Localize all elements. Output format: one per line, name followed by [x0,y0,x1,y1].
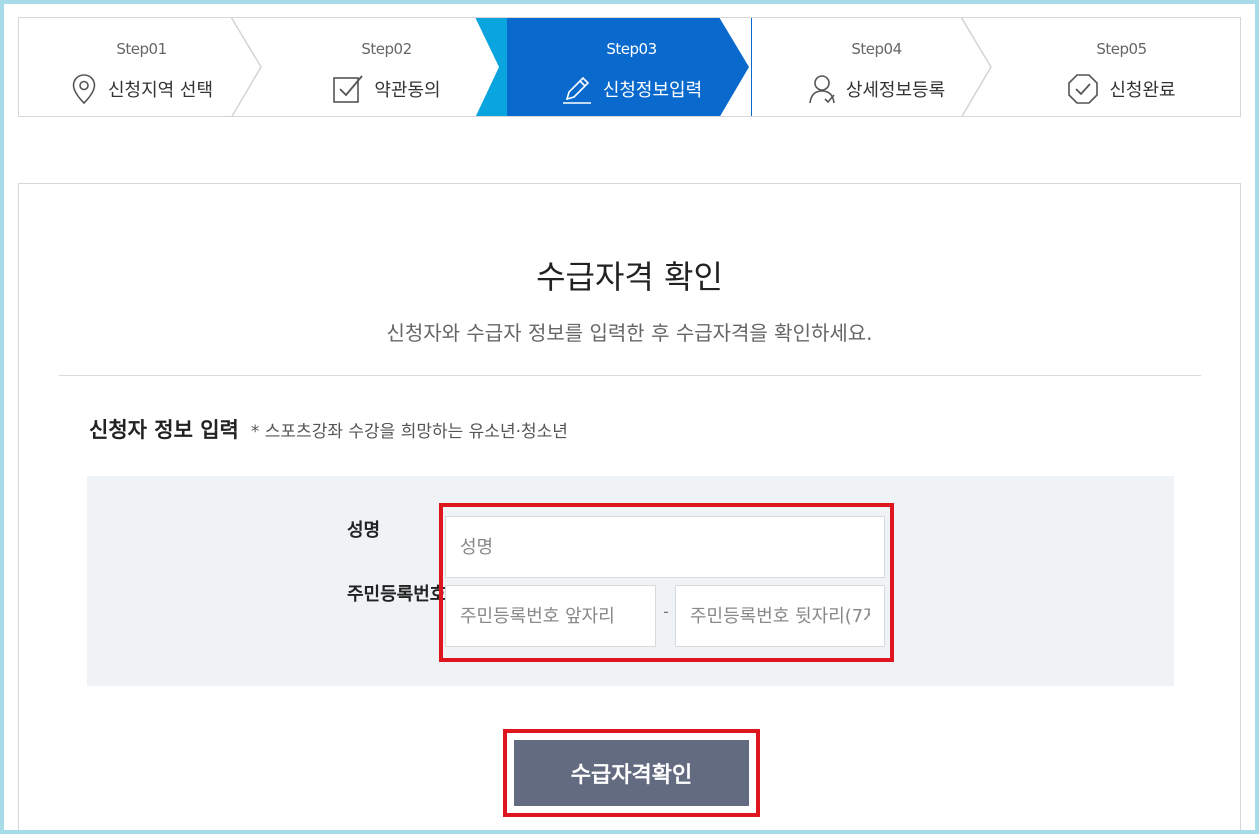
section-note: * 스포츠강좌 수강을 희망하는 유소년·청소년 [250,422,568,442]
step-2: Step02 약관동의 [264,18,509,116]
octagon-check-icon [1068,74,1099,104]
name-label: 성명 [347,520,381,541]
step-number: Step01 [116,40,167,58]
step-label: 상세정보등록 [845,80,946,101]
step-1: Step01 신청지역 선택 [19,18,264,116]
checkbox-icon [333,75,364,103]
step-5: Step05 신청완료 [999,18,1240,116]
step-number: Step02 [361,40,412,58]
step-progress-bar: Step01 신청지역 선택 Step02 약관동의 Step03 신청정보입력… [18,17,1241,117]
location-pin-icon [72,74,96,105]
step-label: 신청완료 [1109,80,1176,101]
rrn-label: 주민등록번호 [347,584,447,605]
user-icon [809,75,835,104]
divider [59,375,1201,376]
step-label: 신청지역 선택 [107,80,214,101]
step-4: Step04 상세정보등록 [754,18,999,116]
section-title: 신청자 정보 입력 [89,418,239,442]
step-number: Step04 [851,40,902,58]
button-highlight-box: 수급자격확인 [503,729,760,817]
step-3: Step03 신청정보입력 [509,18,754,116]
fields-highlight-box [439,503,894,662]
step-label: 약관동의 [374,80,441,101]
page-subtitle: 신청자와 수급자 정보를 입력한 후 수급자격을 확인하세요. [386,321,873,345]
page-title: 수급자격 확인 [536,258,723,296]
step-number: Step03 [606,40,657,58]
step-number: Step05 [1096,40,1147,58]
pencil-icon [562,76,591,104]
check-eligibility-button[interactable]: 수급자격확인 [514,740,749,806]
section-header: 신청자 정보 입력 * 스포츠강좌 수강을 희망하는 유소년·청소년 [89,414,568,444]
step-label: 신청정보입력 [602,80,703,101]
eligibility-check-card: 수급자격 확인 신청자와 수급자 정보를 입력한 후 수급자격을 확인하세요. … [18,183,1241,834]
